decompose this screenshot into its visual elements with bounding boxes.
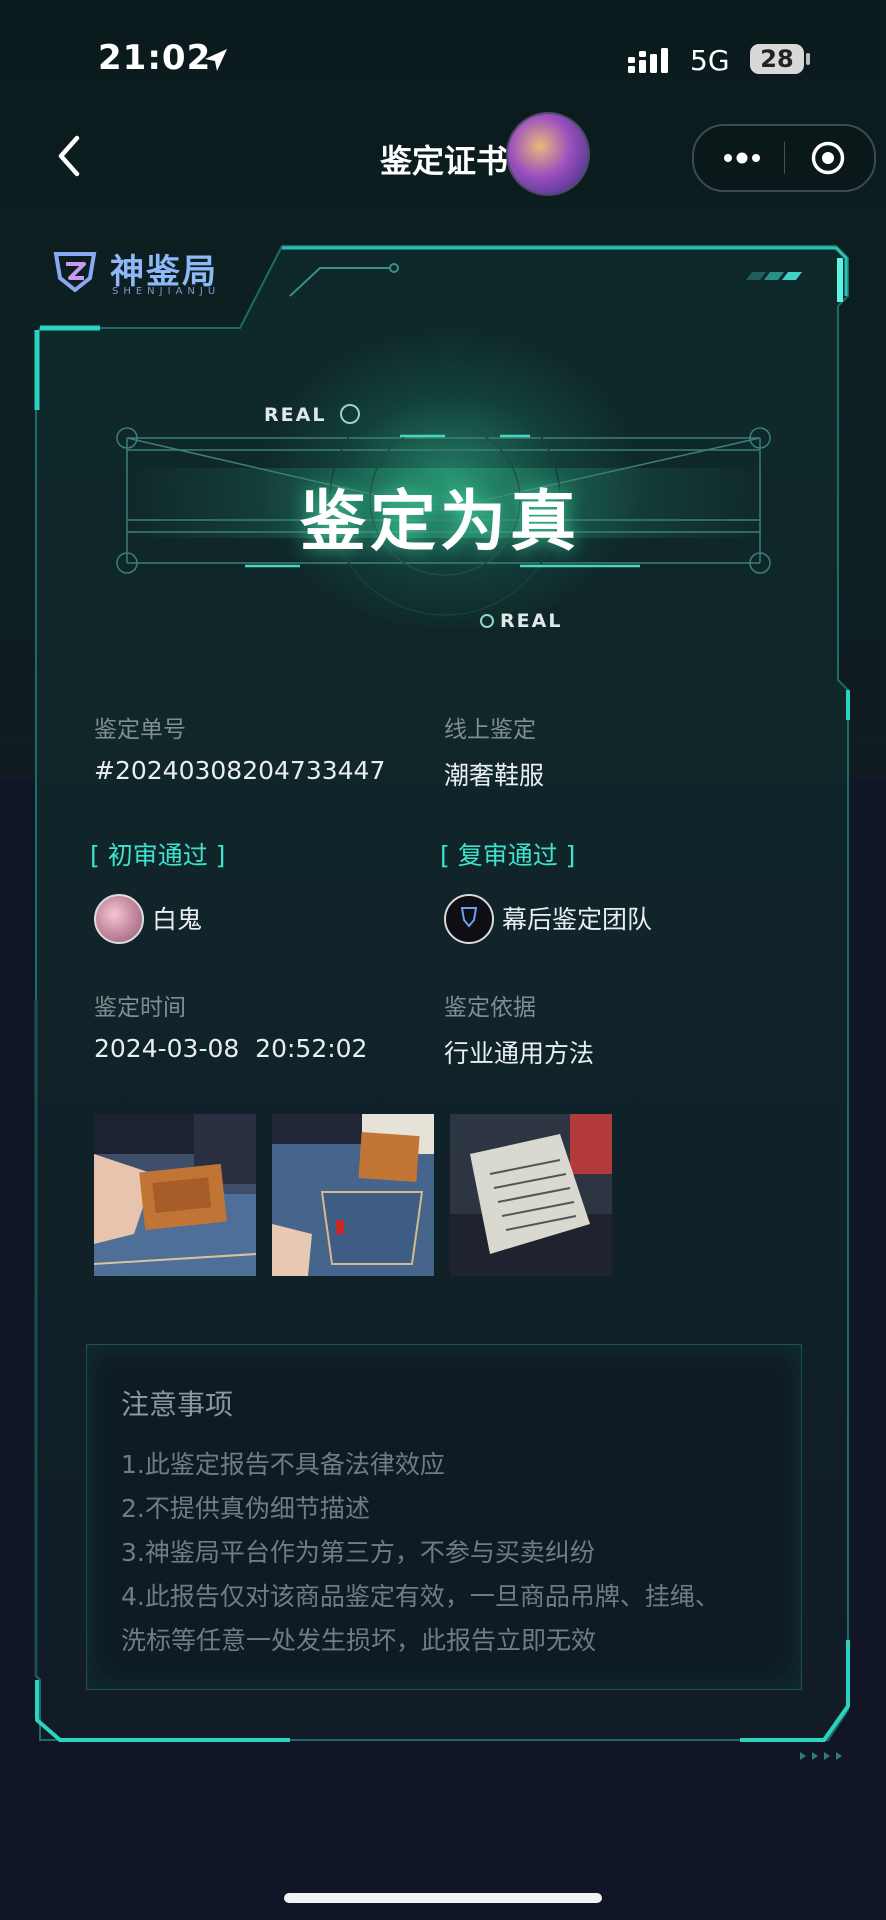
- appraisal-basis-label: 鉴定依据: [444, 995, 536, 1021]
- appraisal-time-value: 2024-03-08 20:52:02: [94, 1034, 368, 1063]
- first-reviewer-avatar: [94, 894, 144, 944]
- location-arrow-icon: [205, 49, 227, 71]
- mini-program-capsule: [692, 124, 876, 192]
- page-title: 鉴定证书: [380, 142, 509, 180]
- close-mini-program-icon[interactable]: [810, 140, 846, 176]
- battery-indicator: 28: [750, 44, 804, 74]
- evidence-photo-1[interactable]: [94, 1114, 256, 1276]
- first-reviewer-name: 白鬼: [152, 905, 203, 934]
- battery-tip: [806, 53, 810, 65]
- team-logo-icon: [460, 907, 478, 928]
- notice-item-3: 3.神鉴局平台作为第三方，不参与买卖纠纷: [121, 1538, 595, 1567]
- appraisal-basis-value: 行业通用方法: [444, 1039, 595, 1068]
- order-number-value: #20240308204733447: [94, 756, 386, 785]
- second-reviewer-avatar: [444, 894, 494, 944]
- user-avatar[interactable]: [506, 112, 590, 196]
- capsule-divider: [784, 142, 785, 174]
- evidence-photo-3[interactable]: [450, 1114, 612, 1276]
- real-tag-bottom: REAL: [500, 610, 563, 632]
- more-icon[interactable]: [722, 146, 762, 170]
- shenjianju-logo-icon: [53, 252, 97, 293]
- real-tag-top-dot: [340, 404, 360, 424]
- notice-item-1: 1.此鉴定报告不具备法律效应: [121, 1450, 445, 1479]
- battery-level: 28: [760, 45, 794, 73]
- order-number-label: 鉴定单号: [94, 717, 186, 743]
- jeans-label-photo-1: [94, 1114, 256, 1276]
- second-reviewer-name: 幕后鉴定团队: [502, 905, 653, 934]
- signal-icon: [628, 48, 668, 73]
- notice-item-4-continued: 洗标等任意一处发生损坏，此报告立即无效: [121, 1626, 597, 1655]
- wash-tag-photo: [450, 1114, 612, 1276]
- second-review-badge: [ 复审通过 ]: [440, 841, 576, 870]
- verdict-text: 鉴定为真: [300, 483, 580, 560]
- first-review-badge: [ 初审通过 ]: [90, 841, 226, 870]
- real-tag-bottom-dot: [480, 614, 494, 628]
- notice-title: 注意事项: [121, 1388, 234, 1421]
- home-indicator[interactable]: [284, 1893, 602, 1903]
- notice-item-2: 2.不提供真伪细节描述: [121, 1494, 370, 1523]
- notice-panel: 注意事项 1.此鉴定报告不具备法律效应 2.不提供真伪细节描述 3.神鉴局平台作…: [86, 1344, 802, 1690]
- evidence-photo-2[interactable]: [272, 1114, 434, 1276]
- appraisal-mode-label: 线上鉴定: [444, 717, 536, 743]
- back-button[interactable]: [50, 132, 88, 180]
- appraisal-category-value: 潮奢鞋服: [444, 761, 545, 790]
- notice-item-4: 4.此报告仅对该商品鉴定有效，一旦商品吊牌、挂绳、: [121, 1582, 720, 1611]
- appraisal-time-label: 鉴定时间: [94, 995, 186, 1021]
- real-tag-top: REAL: [264, 404, 327, 426]
- status-time: 21:02: [98, 38, 212, 78]
- network-type: 5G: [690, 44, 730, 77]
- jeans-label-photo-2: [272, 1114, 434, 1276]
- brand-subtitle: SHENJIANJU: [112, 286, 221, 297]
